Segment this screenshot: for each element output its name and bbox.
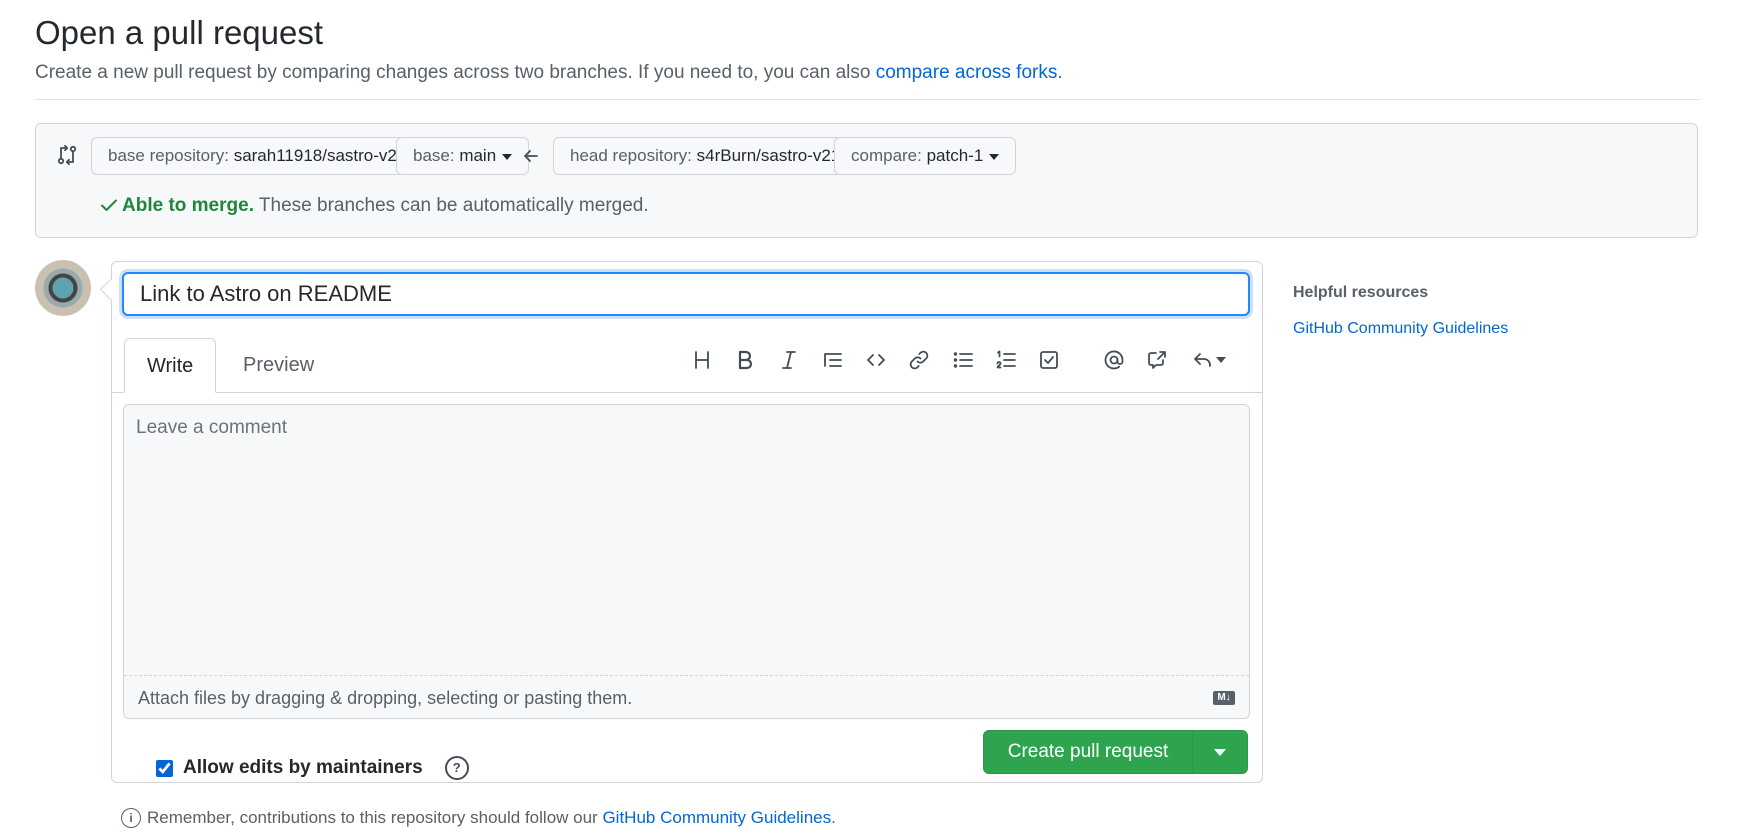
bold-icon[interactable] bbox=[729, 344, 761, 376]
reply-icon[interactable] bbox=[1186, 344, 1232, 376]
task-list-icon[interactable] bbox=[1033, 344, 1065, 376]
tab-preview[interactable]: Preview bbox=[221, 338, 336, 393]
italic-icon[interactable] bbox=[773, 344, 805, 376]
heading-icon[interactable] bbox=[686, 344, 718, 376]
compare-branch-select[interactable]: compare: patch-1 bbox=[834, 137, 1017, 175]
chevron-down-icon bbox=[1214, 748, 1226, 756]
link-icon[interactable] bbox=[903, 344, 935, 376]
page-title: Open a pull request bbox=[35, 14, 324, 51]
comment-textarea[interactable] bbox=[124, 405, 1249, 676]
sidebar-community-guidelines-link[interactable]: GitHub Community Guidelines bbox=[1293, 320, 1508, 338]
create-pull-request-button[interactable]: Create pull request bbox=[984, 731, 1193, 773]
merge-status: Able to merge. These branches can be aut… bbox=[100, 195, 649, 217]
base-repository-select[interactable]: base repository: sarah11918/sastro-v21 bbox=[91, 137, 440, 175]
comment-box: Attach files by dragging & dropping, sel… bbox=[123, 404, 1250, 719]
mention-icon[interactable] bbox=[1098, 344, 1130, 376]
attach-files-hint[interactable]: Attach files by dragging & dropping, sel… bbox=[138, 688, 632, 709]
check-icon bbox=[101, 199, 117, 211]
create-options-dropdown[interactable] bbox=[1193, 731, 1247, 773]
chevron-down-icon bbox=[1216, 357, 1226, 363]
quote-icon[interactable] bbox=[817, 344, 849, 376]
cross-reference-icon[interactable] bbox=[1141, 344, 1173, 376]
contribution-reminder: i Remember, contributions to this reposi… bbox=[121, 808, 836, 828]
question-icon[interactable]: ? bbox=[444, 756, 469, 780]
branch-range-editor: base repository: sarah11918/sastro-v21 b… bbox=[35, 123, 1698, 238]
base-branch-select[interactable]: base: main bbox=[396, 137, 530, 175]
helpful-resources-heading: Helpful resources bbox=[1293, 284, 1429, 301]
compare-across-forks-link[interactable]: compare across forks bbox=[876, 62, 1058, 83]
allow-edits-option[interactable]: Allow edits by maintainers ? bbox=[156, 756, 469, 780]
chevron-down-icon bbox=[502, 153, 513, 160]
avatar[interactable] bbox=[35, 260, 91, 316]
chevron-down-icon bbox=[989, 153, 1000, 160]
create-pull-request-group: Create pull request bbox=[983, 730, 1248, 774]
markdown-icon[interactable]: M↓ bbox=[1213, 691, 1235, 705]
header-divider bbox=[35, 99, 1700, 100]
ordered-list-icon[interactable] bbox=[990, 344, 1022, 376]
allow-edits-checkbox[interactable] bbox=[156, 759, 173, 777]
allow-edits-label: Allow edits by maintainers bbox=[183, 757, 423, 778]
compare-arrows-icon bbox=[56, 144, 78, 166]
info-icon: i bbox=[121, 808, 141, 828]
page-subtitle: Create a new pull request by comparing c… bbox=[35, 62, 1063, 83]
tab-write[interactable]: Write bbox=[124, 338, 217, 393]
community-guidelines-link[interactable]: GitHub Community Guidelines bbox=[602, 808, 831, 827]
code-icon[interactable] bbox=[860, 344, 892, 376]
arrow-left-icon bbox=[522, 147, 540, 170]
head-repository-select[interactable]: head repository: s4rBurn/sastro-v21 bbox=[553, 137, 874, 175]
unordered-list-icon[interactable] bbox=[947, 344, 979, 376]
pull-request-title-input[interactable] bbox=[122, 272, 1250, 316]
